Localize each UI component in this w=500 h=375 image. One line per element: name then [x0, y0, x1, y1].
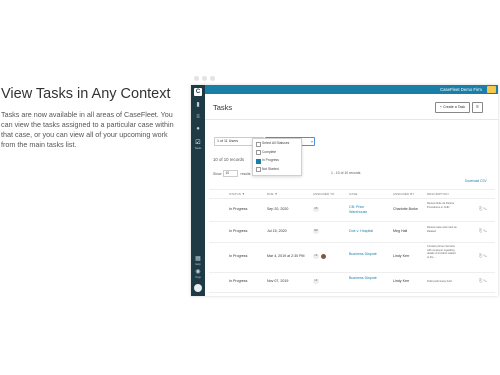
- window-dots: [194, 76, 215, 81]
- description-cell: Contact phone interview with employer re…: [427, 245, 456, 259]
- page-size-select[interactable]: 10: [223, 170, 239, 177]
- sidebar-item-orgs[interactable]: ◉ Orgs: [193, 269, 203, 279]
- edit-icon[interactable]: ✎: [483, 228, 488, 233]
- due-cell: Jul 15, 2020: [267, 229, 287, 233]
- create-task-button[interactable]: + Create a Task: [435, 102, 470, 113]
- description-cell: Review case and mark as Related: [427, 226, 457, 233]
- sidebar-item-contacts[interactable]: ●: [193, 126, 203, 133]
- column-header-description: DESCRIPTION: [427, 191, 449, 196]
- main-content: Tasks + Create a Task ≡ 1 of 11 Users ▾ …: [205, 94, 498, 296]
- record-count: 10 of 10 records: [213, 157, 245, 162]
- results-label: results: [240, 171, 251, 176]
- tasks-icon: ☑: [195, 140, 201, 146]
- status-option-label: Not Started: [262, 166, 279, 171]
- status-dropdown: Select All Statuses Complete In Progress…: [252, 138, 302, 176]
- assignee-filter-value: 1 of 11 Users: [217, 139, 239, 143]
- window-dot: [202, 76, 207, 81]
- page-title: Tasks: [213, 103, 233, 112]
- download-csv-link[interactable]: Download CSV: [465, 179, 487, 183]
- sidebar-item-tasks[interactable]: ☑ Tasks: [193, 140, 203, 150]
- table-row[interactable]: In Progress Sep 20, 2020 CB CB: Price Wa…: [209, 198, 495, 222]
- column-header-case: CASE: [349, 191, 358, 196]
- checkbox[interactable]: [255, 150, 261, 155]
- chevron-down-icon: ▾: [310, 139, 313, 144]
- hero-title: View Tasks in Any Context: [1, 86, 171, 102]
- sidebar-item-label: Help: [195, 263, 201, 266]
- assignee-badge: LR: [313, 254, 319, 259]
- assigned-by-cell: Lindy Kerr: [393, 254, 410, 258]
- window-dot: [210, 76, 215, 81]
- edit-icon[interactable]: ✎: [483, 278, 488, 283]
- status-option-label: In Progress: [262, 158, 279, 162]
- table-row[interactable]: In Progress Mar 4, 2019 at 2:30 PM LR Bu…: [209, 242, 495, 273]
- account-badge-icon[interactable]: [487, 86, 496, 93]
- sidebar-item-cases[interactable]: ≡: [193, 114, 203, 121]
- divider: [205, 119, 498, 120]
- status-option-select-all[interactable]: Select All Statuses: [253, 139, 301, 148]
- status-cell: In Progress: [229, 229, 248, 233]
- row-actions: ⎘✎: [479, 278, 488, 283]
- row-actions: ⎘✎: [479, 253, 488, 258]
- record-range: 1 - 10 of 10 records: [331, 171, 361, 175]
- status-cell: In Progress: [229, 254, 248, 258]
- page-size-control: Show 10 results: [213, 170, 250, 177]
- column-header-assigned-by: ASSIGNED BY: [393, 191, 415, 196]
- checkbox-checked[interactable]: [255, 158, 261, 164]
- case-link[interactable]: CB: Price Warehouse: [349, 205, 383, 214]
- dashboard-icon: ▮: [196, 102, 200, 108]
- help-icon: ▦: [195, 256, 201, 262]
- due-cell: Mar 4, 2019 at 2:30 PM: [267, 254, 305, 258]
- assigned-by-cell: Charlotte Burke: [393, 207, 418, 211]
- assignee-badge: CB: [313, 207, 319, 212]
- show-label: Show: [213, 171, 222, 176]
- checkbox[interactable]: [255, 167, 261, 172]
- assignee-badge: LR: [313, 279, 319, 284]
- status-option-label: Complete: [262, 149, 277, 154]
- app-window: C ▮ ≡ ● ☑ Tasks ▦ Help ◉ Orgs CaseFleet Dem…: [191, 85, 498, 296]
- column-header-status[interactable]: STATUS ▼: [229, 192, 245, 196]
- status-cell: In Progress: [229, 207, 248, 211]
- top-bar: CaseFleet Demo Firm: [205, 85, 498, 94]
- sidebar-item-label: Tasks: [194, 147, 202, 150]
- checkbox[interactable]: [255, 141, 261, 147]
- table-row[interactable]: In Progress Jul 15, 2020 MR Doe v. Hospi…: [209, 221, 495, 243]
- sidebar-item-dashboard[interactable]: ▮: [193, 102, 203, 109]
- sidebar-item-label: Orgs: [195, 276, 201, 279]
- due-cell: Sep 20, 2020: [267, 207, 289, 211]
- case-link[interactable]: Doe v. Hospital: [349, 229, 373, 234]
- orgs-icon: ◉: [195, 269, 201, 275]
- assigned-by-cell: Meg Hall: [393, 229, 408, 233]
- sidebar-item-help[interactable]: ▦ Help: [193, 256, 203, 266]
- status-option-in-progress[interactable]: In Progress: [253, 156, 301, 165]
- user-icon: ●: [196, 126, 200, 132]
- status-option-label: Select All Statuses: [262, 141, 290, 145]
- status-cell: In Progress: [229, 279, 248, 283]
- hero-body: Tasks are now available in all areas of …: [1, 110, 174, 149]
- assignee-badge: MR: [313, 229, 319, 234]
- firm-name[interactable]: CaseFleet Demo Firm: [440, 86, 482, 93]
- status-option-not-started[interactable]: Not Started: [253, 165, 301, 174]
- hero-section: View Tasks in Any Context Tasks are now …: [1, 86, 179, 150]
- column-header-assigned-to: ASSIGNED TO: [313, 191, 335, 196]
- description-cell: Draft preliminary brief: [427, 280, 452, 283]
- casefleet-logo[interactable]: C: [194, 88, 202, 96]
- edit-icon[interactable]: ✎: [483, 206, 488, 211]
- cases-icon: ≡: [196, 114, 200, 120]
- assigned-by-cell: Lindy Kerr: [393, 279, 410, 283]
- column-header-due[interactable]: DUE ▼: [267, 192, 278, 196]
- case-link[interactable]: Business Dispute: [349, 276, 379, 281]
- row-actions: ⎘✎: [479, 228, 488, 233]
- assignee-avatar: [321, 254, 326, 259]
- due-cell: Nov 07, 2019: [267, 279, 289, 283]
- case-link[interactable]: Business Dispute: [349, 252, 379, 257]
- edit-icon[interactable]: ✎: [483, 253, 488, 258]
- menu-icon[interactable]: ≡: [472, 102, 483, 113]
- table-row[interactable]: In Progress Nov 07, 2019 LR Business Dis…: [209, 272, 495, 293]
- status-option-complete[interactable]: Complete: [253, 148, 301, 157]
- row-actions: ⎘✎: [479, 206, 488, 211]
- sidebar-rail: C ▮ ≡ ● ☑ Tasks ▦ Help ◉ Orgs: [191, 85, 205, 296]
- window-dot: [194, 76, 199, 81]
- description-cell: Review Rule 4a Partner Procedures in CHD: [427, 202, 455, 209]
- user-avatar[interactable]: [194, 284, 202, 292]
